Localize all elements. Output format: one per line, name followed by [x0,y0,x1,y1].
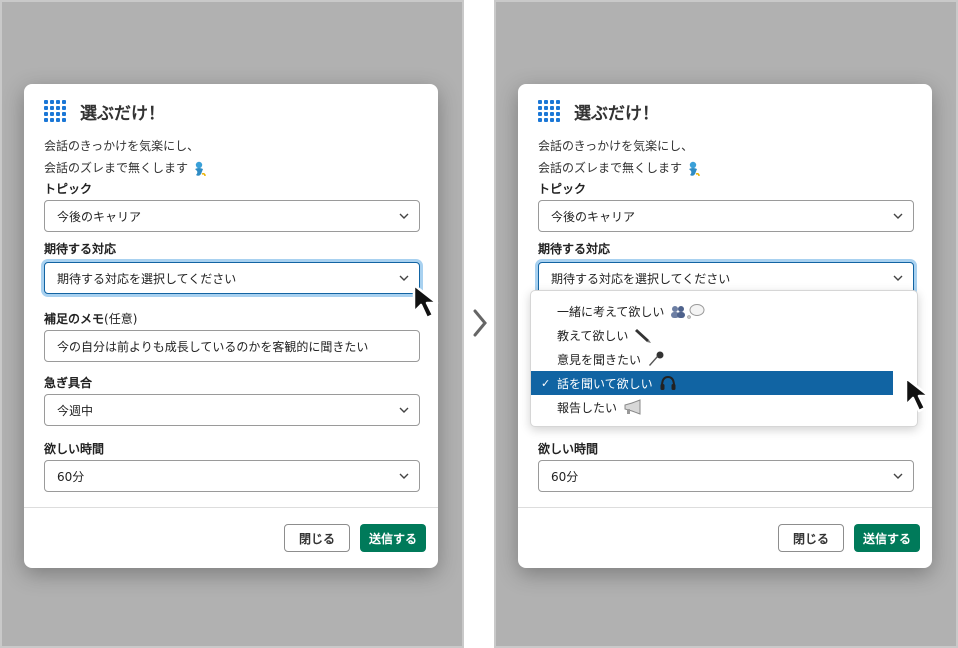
chevron-down-icon [399,213,409,219]
send-button[interactable]: 送信する [360,524,426,552]
time-select[interactable]: 60分 [44,460,420,492]
dropdown-option[interactable]: 報告したい [531,395,893,419]
chevron-down-icon [399,407,409,413]
chevron-right-icon [473,309,487,337]
dropdown-option[interactable]: 一緒に考えて欲しい [531,299,893,323]
headphones-icon [660,375,676,390]
microphone-icon [649,351,664,366]
genie-icon [195,161,206,176]
mouse-cursor-icon [904,376,931,413]
left-panel: 選ぶだけ！ 会話のきっかけを気楽にし、 会話のズレまで無くします トピック 今後… [0,0,464,648]
topic-select[interactable]: 今後のキャリア [44,200,420,232]
time-select-value: 60分 [57,469,85,484]
expect-label: 期待する対応 [44,242,117,256]
expect-dropdown-menu: 一緒に考えて欲しい 教えて欲しい 意見を聞きたい ✓ 話を聞いて欲しい 報告した… [530,290,918,427]
memo-input-value: 今の自分は前よりも成長しているのかを客観的に聞きたい [57,339,369,354]
people-thought-icon [671,304,705,319]
footer-divider [24,507,438,508]
modal-description: 会話のきっかけを気楽にし、 会話のズレまで無くします [44,135,208,179]
modal-description: 会話のきっかけを気楽にし、 会話のズレまで無くします [538,135,702,179]
desc-line-2: 会話のズレまで無くします [538,157,702,179]
time-label: 欲しい時間 [538,442,599,456]
urgency-select[interactable]: 今週中 [44,394,420,426]
chevron-down-icon [399,275,409,281]
expect-select-placeholder: 期待する対応を選択してください [551,271,731,286]
expect-select[interactable]: 期待する対応を選択してください [44,262,420,294]
urgency-select-value: 今週中 [57,403,94,418]
dropdown-option[interactable]: 意見を聞きたい [531,347,893,371]
modal-title: 選ぶだけ！ [574,103,659,124]
pen-icon [635,329,652,343]
close-button[interactable]: 閉じる [778,524,844,552]
modal-header: 選ぶだけ！ [44,99,165,124]
topic-select[interactable]: 今後のキャリア [538,200,914,232]
send-button[interactable]: 送信する [854,524,920,552]
topic-select-value: 今後のキャリア [57,209,142,224]
genie-icon [689,161,700,176]
memo-label: 補足のメモ(任意) [44,312,138,326]
footer-divider [518,507,932,508]
chevron-down-icon [399,473,409,479]
app-grid-icon [44,100,66,122]
chevron-down-icon [893,473,903,479]
time-select-value: 60分 [551,469,579,484]
expect-select-placeholder: 期待する対応を選択してください [57,271,237,286]
check-icon: ✓ [541,377,551,390]
expect-label: 期待する対応 [538,242,611,256]
megaphone-icon [624,399,641,415]
topic-select-value: 今後のキャリア [551,209,636,224]
modal-title: 選ぶだけ！ [80,103,165,124]
topic-label: トピック [44,182,93,196]
dropdown-option-selected[interactable]: ✓ 話を聞いて欲しい [531,371,893,395]
desc-line-1: 会話のきっかけを気楽にし、 [538,139,694,153]
topic-label: トピック [538,182,587,196]
close-button[interactable]: 閉じる [284,524,350,552]
time-select[interactable]: 60分 [538,460,914,492]
time-label: 欲しい時間 [44,442,105,456]
chevron-down-icon [893,275,903,281]
desc-line-2: 会話のズレまで無くします [44,157,208,179]
app-grid-icon [538,100,560,122]
modal-header: 選ぶだけ！ [538,99,659,124]
desc-line-1: 会話のきっかけを気楽にし、 [44,139,200,153]
mouse-cursor-icon [412,283,439,320]
urgency-label: 急ぎ具合 [44,376,93,390]
dropdown-option[interactable]: 教えて欲しい [531,323,893,347]
modal-left: 選ぶだけ！ 会話のきっかけを気楽にし、 会話のズレまで無くします トピック 今後… [24,84,438,568]
chevron-down-icon [893,213,903,219]
memo-input[interactable]: 今の自分は前よりも成長しているのかを客観的に聞きたい [44,330,420,362]
